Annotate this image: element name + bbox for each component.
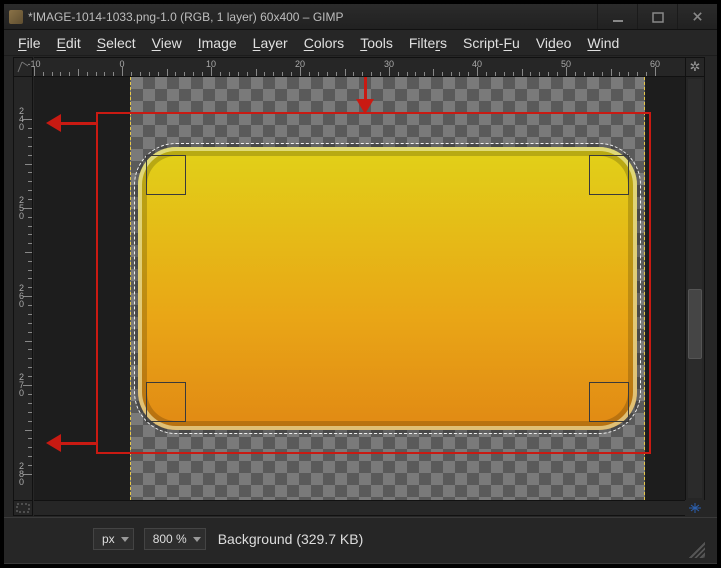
menu-filters[interactable]: Filters <box>403 33 453 53</box>
menubar: FileEditSelectViewImageLayerColorsToolsF… <box>4 30 717 56</box>
menu-video[interactable]: Video <box>530 33 578 53</box>
ruler-vertical[interactable]: 240 250 260 270 280 <box>13 77 33 500</box>
ruler-h-label: 50 <box>561 59 571 69</box>
menu-file[interactable]: File <box>12 33 47 53</box>
workarea: ✲ -10 0 10 20 30 40 50 60 240 250 260 270 280 <box>4 57 717 516</box>
ruler-h-label: 10 <box>206 59 216 69</box>
app-window: *IMAGE-1014-1033.png-1.0 (RGB, 1 layer) … <box>3 3 718 565</box>
minimize-button[interactable] <box>597 4 637 29</box>
ruler-h-label: -10 <box>27 59 40 69</box>
canvas[interactable] <box>130 77 645 500</box>
statusbar: px 800 % Background (329.7 KB) <box>4 517 717 564</box>
menu-edit[interactable]: Edit <box>51 33 87 53</box>
ruler-h-label: 20 <box>295 59 305 69</box>
maximize-button[interactable] <box>637 4 677 29</box>
menu-tools[interactable]: Tools <box>354 33 399 53</box>
unit-label: px <box>102 532 115 546</box>
scrollbar-vertical[interactable] <box>685 77 705 500</box>
ruler-v-label: 240 <box>19 107 24 131</box>
annotation-arrow-left-top <box>46 114 97 132</box>
zoom-fit-corner[interactable]: ✲ <box>685 57 705 77</box>
menu-wind[interactable]: Wind <box>581 33 625 53</box>
ruler-v-label: 260 <box>19 284 24 308</box>
chevron-down-icon <box>121 537 129 542</box>
close-button[interactable] <box>677 4 717 29</box>
menu-layer[interactable]: Layer <box>247 33 294 53</box>
ruler-h-label: 30 <box>384 59 394 69</box>
quickmask-corner[interactable] <box>13 500 33 516</box>
zoom-combo[interactable]: 800 % <box>144 528 206 550</box>
status-layer-label: Background (329.7 KB) <box>218 531 679 547</box>
annotation-arrow-left-bottom <box>46 434 97 452</box>
annotation-rect <box>96 112 651 454</box>
chevron-down-icon <box>193 537 201 542</box>
menu-colors[interactable]: Colors <box>298 33 350 53</box>
menu-script-fu[interactable]: Script-Fu <box>457 33 526 53</box>
zoom-label: 800 % <box>153 532 187 546</box>
annotation-arrow-down <box>356 77 374 114</box>
nav-preview-icon[interactable] <box>685 500 705 516</box>
resize-grip[interactable] <box>689 542 705 558</box>
menu-image[interactable]: Image <box>192 33 243 53</box>
titlebar[interactable]: *IMAGE-1014-1033.png-1.0 (RGB, 1 layer) … <box>4 4 717 30</box>
ruler-v-label: 270 <box>19 373 24 397</box>
gimp-icon <box>9 10 23 24</box>
ruler-h-label: 60 <box>650 59 660 69</box>
menu-view[interactable]: View <box>146 33 188 53</box>
menu-select[interactable]: Select <box>91 33 142 53</box>
ruler-h-label: 40 <box>472 59 482 69</box>
scrollbar-thumb-v[interactable] <box>688 289 702 359</box>
window-title: *IMAGE-1014-1033.png-1.0 (RGB, 1 layer) … <box>28 10 597 24</box>
unit-combo[interactable]: px <box>93 528 134 550</box>
ruler-horizontal[interactable]: -100102030405060 <box>34 57 685 77</box>
canvas-viewport[interactable] <box>34 77 685 500</box>
scrollbar-horizontal[interactable] <box>34 500 685 516</box>
ruler-h-label: 0 <box>119 59 124 69</box>
ruler-v-label: 250 <box>19 196 24 220</box>
ruler-v-label: 280 <box>19 462 24 486</box>
